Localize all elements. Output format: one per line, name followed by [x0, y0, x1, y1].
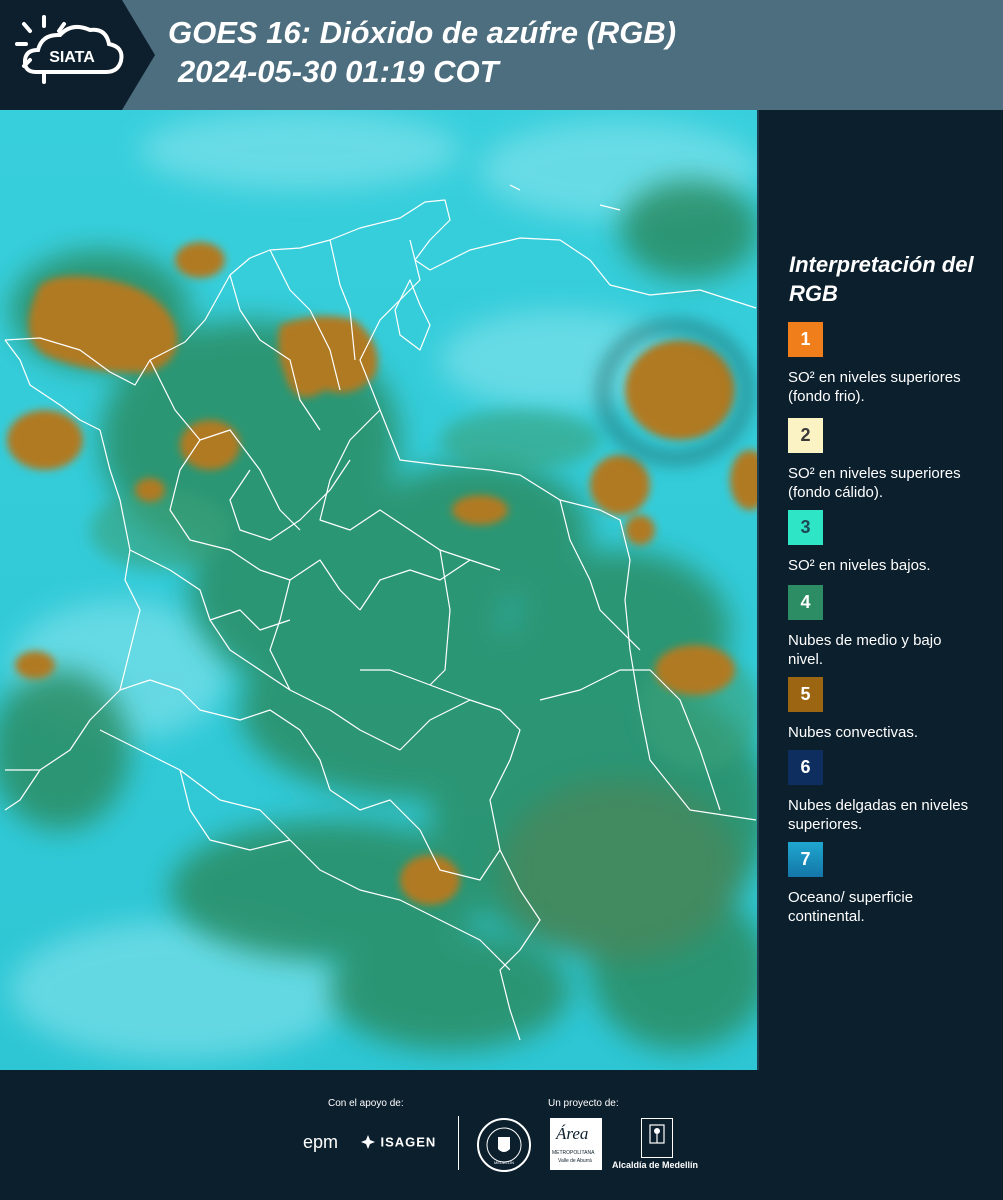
header-bar: SIATA GOES 16: Dióxido de azúfre (RGB) 2… — [0, 0, 1003, 110]
alcaldia-text[interactable]: Alcaldía de Medellín — [612, 1160, 698, 1170]
legend-text-5: Nubes convectivas. — [788, 724, 919, 741]
siata-sun-cloud-icon: SIATA — [15, 15, 124, 84]
legend-swatch-7: 7 — [788, 842, 823, 877]
legend-item-1: 1 SO² en niveles superiores (fondo frio)… — [788, 322, 978, 406]
legend-swatch-4: 4 — [788, 585, 823, 620]
legend-number-6: 6 — [800, 757, 811, 777]
legend-item-3: 3 SO² en niveles bajos. — [788, 510, 978, 575]
legend-number-1: 1 — [800, 329, 811, 349]
alcaldia-shield-icon — [641, 1118, 673, 1158]
legend-item-7: 7 Oceano/ superficie continental. — [788, 842, 978, 926]
legend-item-6: 6 Nubes delgadas en niveles superiores. — [788, 750, 978, 834]
isagen-logo[interactable]: ISAGEN — [360, 1133, 436, 1151]
legend-text-2: SO² en niveles superiores (fondo cálido)… — [788, 465, 961, 501]
area-logo-sub2: Valle de Aburrá — [558, 1158, 592, 1164]
legend-text-3: SO² en niveles bajos. — [788, 557, 931, 574]
legend-panel: Interpretación del RGB 1 SO² en niveles … — [759, 110, 1003, 1070]
medellin-seal-logo[interactable]: MEDELLÍN — [477, 1118, 531, 1172]
legend-swatch-6: 6 — [788, 750, 823, 785]
legend-number-2: 2 — [800, 425, 811, 445]
satellite-map[interactable] — [0, 110, 758, 1070]
legend-number-5: 5 — [800, 684, 811, 704]
satellite-rgb-image — [0, 110, 758, 1070]
project-label: Un proyecto de: — [548, 1098, 619, 1109]
legend-item-2: 2 SO² en niveles superiores (fondo cálid… — [788, 418, 978, 502]
legend-text-6: Nubes delgadas en niveles superiores. — [788, 797, 969, 833]
footer-separator — [458, 1116, 459, 1170]
area-logo-sub1: METROPOLITANA — [552, 1150, 595, 1156]
isagen-text: ISAGEN — [380, 1134, 437, 1150]
page-timestamp: 2024-05-30 01:19 COT — [178, 54, 499, 89]
legend-item-4: 4 Nubes de medio y bajo nivel. — [788, 585, 978, 669]
legend-text-4: Nubes de medio y bajo nivel. — [788, 632, 942, 668]
legend-text-1: SO² en niveles superiores (fondo frio). — [788, 369, 961, 405]
legend-item-5: 5 Nubes convectivas. — [788, 677, 978, 742]
area-metropolitana-logo[interactable]: Área METROPOLITANA Valle de Aburrá — [550, 1118, 602, 1170]
legend-swatch-2: 2 — [788, 418, 823, 453]
legend-text-7: Oceano/ superficie continental. — [788, 889, 914, 925]
legend-swatch-3: 3 — [788, 510, 823, 545]
logo-text: SIATA — [49, 49, 95, 66]
legend-number-7: 7 — [800, 849, 811, 869]
footer: Con el apoyo de: Un proyecto de: epm ISA… — [0, 1070, 1003, 1200]
isagen-mark-icon — [361, 1134, 375, 1149]
legend-swatch-1: 1 — [788, 322, 823, 357]
siata-logo[interactable]: SIATA — [0, 0, 155, 110]
seal-text: MEDELLÍN — [494, 1160, 514, 1165]
area-logo-text: Área — [556, 1124, 589, 1143]
support-label: Con el apoyo de: — [328, 1098, 404, 1109]
page-title: GOES 16: Dióxido de azúfre (RGB) — [168, 15, 677, 50]
legend-number-3: 3 — [800, 517, 811, 537]
seal-emblem-icon: MEDELLÍN — [486, 1127, 522, 1165]
legend-number-4: 4 — [800, 592, 811, 612]
legend-swatch-5: 5 — [788, 677, 823, 712]
legend-title: Interpretación del RGB — [789, 252, 974, 306]
epm-logo[interactable]: epm — [303, 1132, 338, 1153]
